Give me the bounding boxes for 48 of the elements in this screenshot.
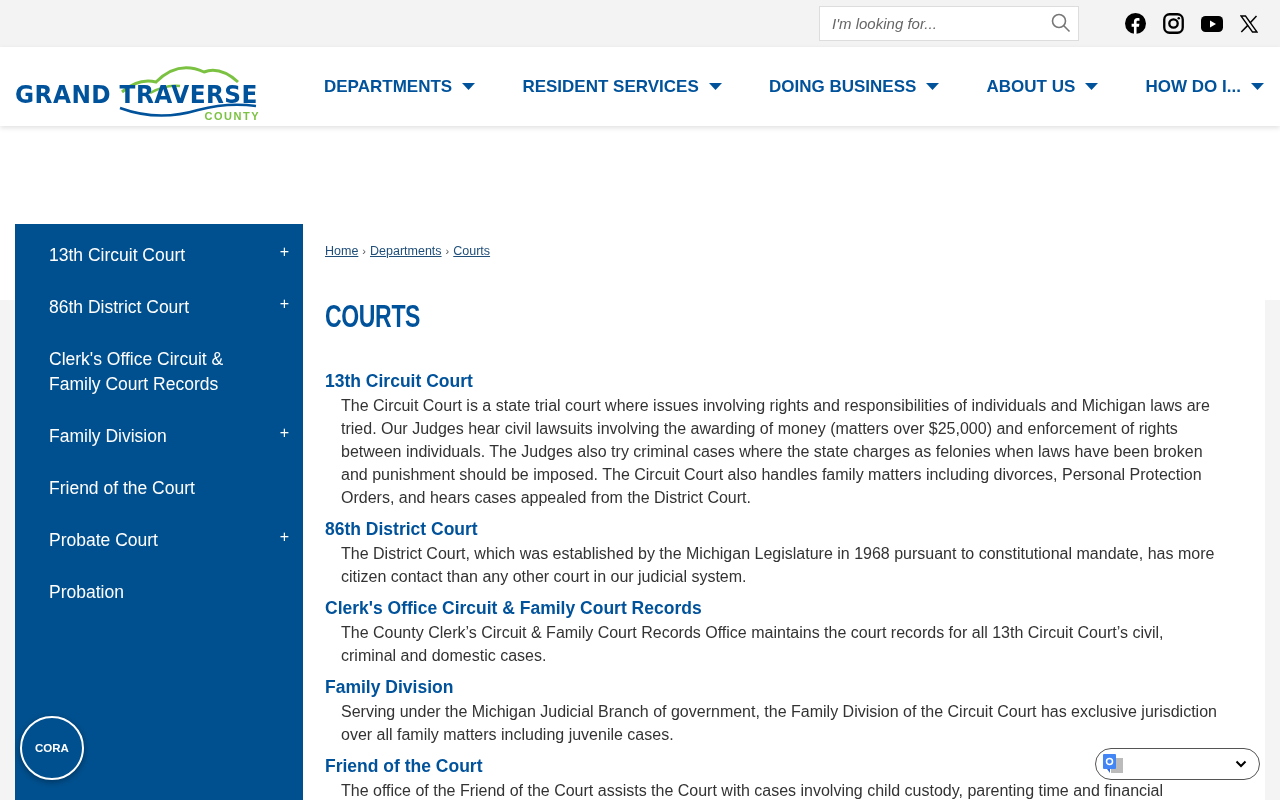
section-heading-link[interactable]: Friend of the Court bbox=[325, 756, 483, 777]
expand-button[interactable]: + bbox=[279, 295, 289, 313]
facebook-icon[interactable] bbox=[1125, 13, 1146, 34]
sidebar-link[interactable]: Clerk's Office Circuit & Family Court Records bbox=[49, 347, 249, 397]
breadcrumb-separator: › bbox=[445, 245, 450, 257]
sidebar-link[interactable]: Probate Court bbox=[49, 528, 158, 553]
section-description: The Circuit Court is a state trial court where issues involving rights and responsibilities of individuals and Michigan laws are tried. Our Judges hear civil lawsuits involving the awarding of money (matters over $25,000) and enforcement of rights between individuals. The Judges also try criminal cases where the state charges as felonies when laws have been broken and punishment should be imposed. The Circuit Court also handles family matters including divorces, Personal Protection Orders, and hears cases appealed from the District Court. bbox=[341, 396, 1211, 508]
caret-icon bbox=[1085, 82, 1099, 91]
section-heading-link[interactable]: 86th District Court bbox=[325, 519, 478, 540]
section-description: The District Court, which was established by the Michigan Legislature in 1968 pursuant to constitutional mandate, has more citizen contact than any other court in our judicial system. bbox=[341, 544, 1216, 587]
sidebar-link[interactable]: Friend of the Court bbox=[49, 476, 195, 501]
section-heading-link[interactable]: Family Division bbox=[325, 677, 454, 698]
section-description: Serving under the Michigan Judicial Branch of government, the Family Division of the Circuit Court has exclusive jurisdiction over all family matters including juvenile cases. bbox=[341, 702, 1218, 745]
nav-menu-item[interactable]: ABOUT US bbox=[986, 72, 1099, 101]
language-select[interactable] bbox=[1095, 748, 1260, 780]
breadcrumb-link[interactable]: Courts bbox=[453, 244, 491, 258]
sidebar-link[interactable]: 86th District Court bbox=[49, 295, 190, 320]
section-description: The office of the Friend of the Court assists the Court with cases involving child custody, parenting time and financial bbox=[341, 781, 1165, 800]
chevron-down-icon bbox=[1235, 760, 1247, 768]
youtube-icon[interactable] bbox=[1201, 15, 1223, 32]
nav-menu-item[interactable]: HOW DO I... bbox=[1145, 72, 1264, 101]
caret-icon bbox=[926, 82, 940, 91]
logo-subtitle: COUNTY bbox=[204, 109, 260, 122]
translate-icon bbox=[1102, 753, 1124, 775]
sidebar-link[interactable]: Probation bbox=[49, 580, 124, 605]
caret-icon bbox=[462, 82, 476, 91]
nav-menu-item[interactable]: DOING BUSINESS bbox=[768, 72, 940, 101]
section-heading-link[interactable]: Clerk's Office Circuit & Family Court Records bbox=[325, 598, 702, 619]
section-description: The County Clerk’s Circuit & Family Court Records Office maintains the court records for all 13th Circuit Court’s civil, criminal and domestic cases. bbox=[341, 623, 1165, 666]
caret-icon bbox=[708, 82, 722, 91]
breadcrumb-link[interactable]: Home bbox=[325, 244, 359, 258]
sidebar-link[interactable]: Family Division bbox=[49, 424, 167, 449]
search-icon[interactable] bbox=[1051, 13, 1071, 33]
instagram-icon[interactable] bbox=[1163, 13, 1184, 34]
caret-icon bbox=[1250, 82, 1264, 91]
page-title: COURTS bbox=[325, 298, 421, 335]
breadcrumb-separator: › bbox=[362, 245, 366, 257]
expand-button[interactable]: + bbox=[279, 424, 289, 442]
sidebar-link[interactable]: 13th Circuit Court bbox=[49, 243, 186, 268]
x-icon[interactable] bbox=[1240, 14, 1258, 33]
section-heading-link[interactable]: 13th Circuit Court bbox=[325, 371, 473, 392]
search-field[interactable]: I'm looking for... bbox=[819, 6, 1079, 41]
breadcrumb-link[interactable]: Departments bbox=[370, 244, 442, 258]
nav-menu-item[interactable]: DEPARTMENTS bbox=[324, 72, 476, 101]
logo-title[interactable]: GRAND TRAVERSE bbox=[15, 79, 258, 109]
nav-menu-item[interactable]: RESIDENT SERVICES bbox=[522, 72, 722, 101]
expand-button[interactable]: + bbox=[279, 243, 289, 261]
expand-button[interactable]: + bbox=[279, 528, 289, 546]
